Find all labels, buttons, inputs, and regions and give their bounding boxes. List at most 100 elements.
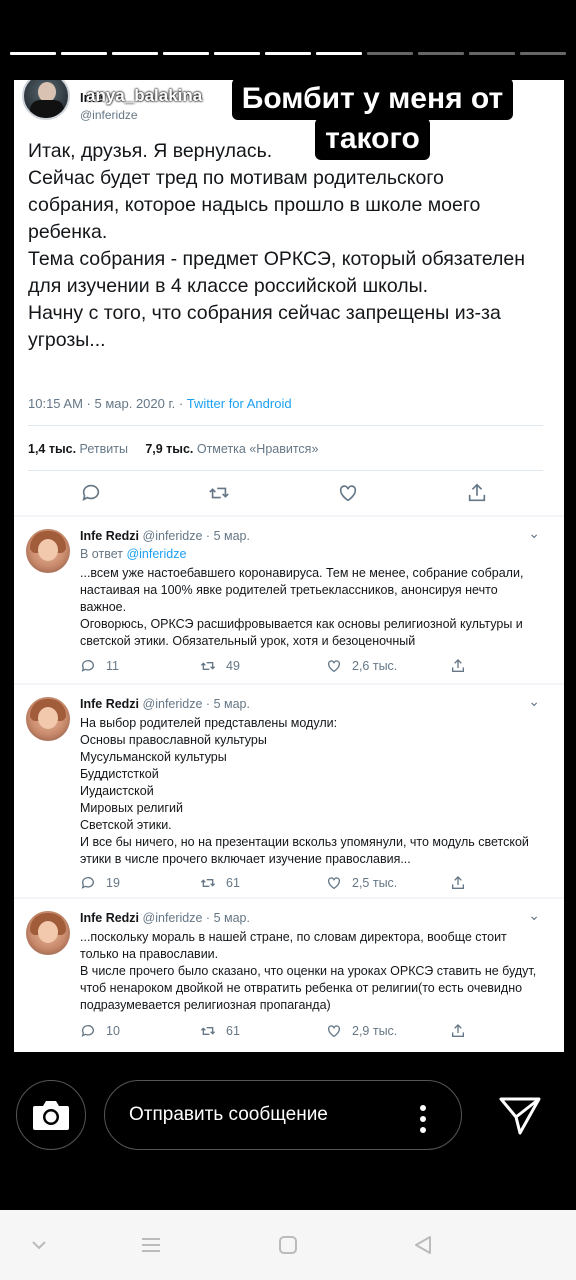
retweets-label: Ретвиты	[76, 442, 128, 456]
reply-count: 19	[106, 876, 120, 890]
tweet-author-handle: @inferidze	[80, 108, 138, 122]
retweet-icon[interactable]	[208, 482, 230, 504]
reply-text: На выбор родителей представлены модули: …	[80, 716, 529, 866]
retweet-count: 49	[226, 659, 240, 673]
camera-icon	[33, 1101, 69, 1130]
reply-tweet[interactable]: Infe Redzi @inferidze · 5 мар. ⌄ На выбо…	[14, 685, 564, 897]
reply-meta: @inferidze · 5 мар.	[139, 697, 250, 711]
reply-button[interactable]: 19	[80, 875, 120, 891]
nav-home-icon[interactable]	[277, 1234, 299, 1256]
reply-button[interactable]: 10	[80, 1023, 120, 1039]
reply-count: 10	[106, 1024, 120, 1038]
reply-author-name: Infe Redzi	[80, 697, 140, 711]
divider	[28, 470, 543, 471]
chevron-down-icon[interactable]: ⌄	[528, 525, 540, 542]
story-progress	[10, 52, 566, 55]
reply-tweet[interactable]: Infe Redzi @inferidze · 5 мар. ⌄ В ответ…	[14, 517, 564, 683]
like-count: 2,9 тыс.	[352, 1024, 398, 1038]
tweet-time: 10:15 AM · 5 мар. 2020 г. ·	[28, 396, 187, 411]
reply-text: ...всем уже настоебавшего коронавируса. …	[80, 566, 524, 648]
like-icon	[328, 660, 340, 673]
chevron-down-icon[interactable]: ⌄	[528, 907, 540, 924]
tweet-client[interactable]: Twitter for Android	[187, 396, 292, 411]
like-count: 2,5 тыс.	[352, 876, 398, 890]
in-reply-handle[interactable]: @inferidze	[126, 547, 186, 561]
nav-menu-icon[interactable]	[140, 1234, 162, 1256]
reply-count: 11	[106, 659, 119, 673]
send-icon[interactable]	[498, 1095, 542, 1135]
progress-segment	[61, 52, 107, 55]
nav-down-icon[interactable]	[28, 1234, 50, 1256]
reply-context: В ответ @inferidze	[80, 547, 186, 561]
likes-label: Отметка «Нравится»	[193, 442, 319, 456]
progress-segment	[112, 52, 158, 55]
progress-segment	[10, 52, 56, 55]
reply-button[interactable]: 11	[80, 658, 119, 674]
story-caption: Бомбит у меня от такого	[200, 78, 545, 160]
tweet-meta: 10:15 AM · 5 мар. 2020 г. · Twitter for …	[28, 396, 292, 411]
story-username[interactable]: anya_balakina	[86, 86, 202, 106]
divider	[28, 425, 543, 426]
message-input[interactable]: Отправить сообщение	[104, 1080, 462, 1150]
like-button[interactable]: 2,6 тыс.	[326, 658, 397, 674]
progress-segment	[316, 52, 362, 55]
like-button[interactable]: 2,9 тыс.	[326, 1023, 397, 1039]
reply-icon	[81, 1025, 94, 1037]
retweet-icon	[200, 1027, 216, 1035]
retweet-count: 61	[226, 1024, 240, 1038]
tweet-actions	[14, 482, 564, 506]
reply-tweet[interactable]: Infe Redzi @inferidze · 5 мар. ⌄ ...поск…	[14, 899, 564, 1052]
avatar[interactable]	[22, 80, 70, 120]
reply-author-name: Infe Redzi	[80, 911, 140, 925]
system-navbar	[0, 1210, 576, 1280]
reply-actions: 11 49 2,6 тыс.	[80, 658, 480, 676]
share-icon	[452, 1024, 464, 1037]
like-icon[interactable]	[337, 482, 359, 504]
progress-segment	[520, 52, 566, 55]
reply-author-name: Infe Redzi	[80, 529, 140, 543]
retweet-button[interactable]: 61	[200, 875, 240, 891]
reply-actions: 19 61 2,5 тыс.	[80, 875, 480, 893]
chevron-down-icon[interactable]: ⌄	[528, 693, 540, 710]
progress-segment	[367, 52, 413, 55]
progress-segment	[265, 52, 311, 55]
share-button[interactable]	[450, 1023, 466, 1039]
share-button[interactable]	[450, 875, 466, 891]
caption-line-1: Бомбит у меня от	[231, 78, 514, 120]
like-count: 2,6 тыс.	[352, 659, 398, 673]
progress-segment	[163, 52, 209, 55]
avatar[interactable]	[26, 529, 70, 573]
likes-count[interactable]: 7,9 тыс.	[145, 442, 193, 456]
tweet-screenshot: Infe @inferidze Итак, друзья. Я вернулас…	[14, 80, 564, 1052]
avatar[interactable]	[26, 911, 70, 955]
retweet-button[interactable]: 49	[200, 658, 240, 674]
in-reply-prefix: В ответ	[80, 547, 127, 561]
tweet-text: Итак, друзья. Я вернулась. Сейчас будет …	[28, 140, 526, 351]
story-reply-bar: Отправить сообщение	[0, 1070, 576, 1170]
reply-meta: @inferidze · 5 мар.	[139, 529, 250, 543]
reply-icon	[81, 660, 94, 672]
share-icon[interactable]	[466, 482, 488, 504]
retweet-button[interactable]: 61	[200, 1023, 240, 1039]
reply-icon[interactable]	[80, 482, 102, 504]
caption-line-2: такого	[315, 118, 430, 160]
reply-header: Infe Redzi @inferidze · 5 мар.	[80, 529, 250, 543]
retweets-count[interactable]: 1,4 тыс.	[28, 442, 76, 456]
share-button[interactable]	[450, 658, 466, 674]
retweet-icon	[200, 879, 216, 887]
reply-header: Infe Redzi @inferidze · 5 мар.	[80, 697, 250, 711]
progress-segment	[418, 52, 464, 55]
like-icon	[328, 1025, 340, 1038]
camera-button[interactable]	[16, 1080, 86, 1150]
avatar[interactable]	[26, 697, 70, 741]
reply-meta: @inferidze · 5 мар.	[139, 911, 250, 925]
message-placeholder: Отправить сообщение	[129, 1104, 328, 1125]
progress-segment	[469, 52, 515, 55]
retweet-icon	[200, 662, 216, 670]
reply-text: ...поскольку мораль в нашей стране, по с…	[80, 930, 537, 1012]
like-icon	[328, 877, 340, 890]
nav-back-icon[interactable]	[412, 1234, 434, 1256]
like-button[interactable]: 2,5 тыс.	[326, 875, 397, 891]
reply-header: Infe Redzi @inferidze · 5 мар.	[80, 911, 250, 925]
retweet-count: 61	[226, 876, 240, 890]
